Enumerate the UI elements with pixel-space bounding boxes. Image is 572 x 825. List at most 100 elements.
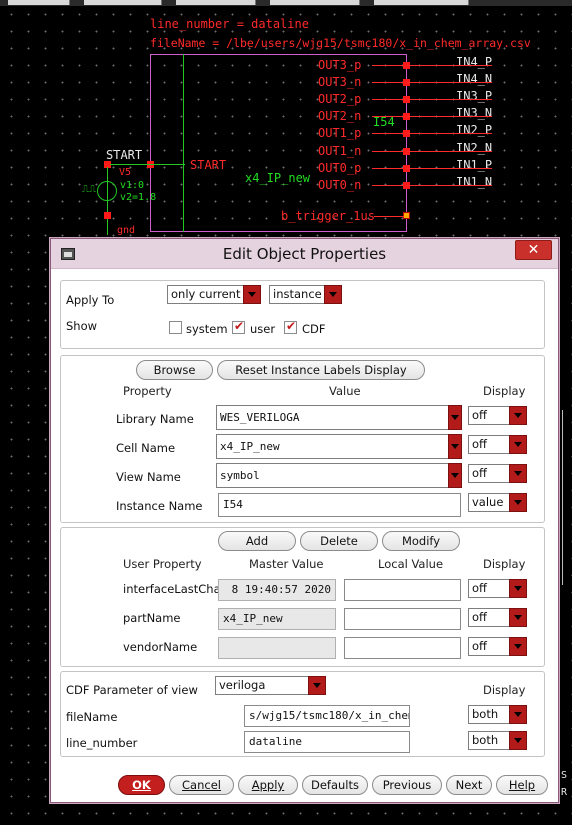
chevron-down-icon: [509, 731, 527, 750]
offscreen-text-s: S: [561, 770, 568, 781]
library-name-label: Library Name: [116, 412, 194, 426]
cdf-view-value: veriloga: [219, 678, 266, 692]
net-label: IN3_P: [456, 89, 493, 104]
output-stub: [372, 184, 403, 186]
instance-symbol-box[interactable]: [150, 54, 407, 232]
next-button-label: Next: [455, 778, 483, 792]
user-prop-label: interfaceLastCha..: [123, 582, 228, 596]
cell-name-select[interactable]: x4_IP_new: [216, 434, 462, 459]
filename-note: fileName = /lbe/users/wjg15/tsmc180/x_in…: [150, 36, 531, 50]
output-wire: [407, 116, 492, 118]
library-name-select[interactable]: WES_VERILOGA: [216, 405, 462, 430]
net-label: IN1_N: [456, 174, 493, 189]
browse-button[interactable]: Browse: [136, 360, 213, 380]
user-prop-local-input[interactable]: [344, 579, 461, 601]
chevron-down-icon: [448, 405, 462, 430]
instance-name-label: I54: [373, 115, 395, 129]
apply-button[interactable]: Apply: [238, 775, 298, 795]
net-label: IN2_N: [456, 140, 493, 155]
cdf-line-number-input[interactable]: dataline: [244, 731, 410, 753]
add-button[interactable]: Add: [218, 531, 296, 551]
previous-button-label: Previous: [382, 778, 432, 792]
show-user-checkbox[interactable]: [232, 319, 245, 334]
view-name-display-value: off: [472, 466, 487, 480]
previous-button[interactable]: Previous: [372, 775, 442, 795]
output-wire: [407, 82, 492, 84]
voltage-source-symbol[interactable]: [97, 181, 117, 201]
cell-name-display-select[interactable]: off: [468, 435, 527, 454]
user-prop-display-select[interactable]: off: [468, 637, 527, 656]
ok-button[interactable]: OK: [118, 775, 165, 795]
master-value-column-header: Master Value: [249, 557, 324, 571]
apply-to-type-select[interactable]: instance: [269, 285, 342, 304]
source-wire: [107, 167, 108, 235]
output-pin-label: OUT0_p: [318, 160, 362, 175]
output-wire: [407, 65, 492, 66]
view-name-select[interactable]: symbol: [216, 463, 462, 488]
edit-object-properties-dialog: Edit Object Properties ✕ Apply To only c…: [50, 238, 559, 803]
chevron-down-icon: [509, 608, 527, 627]
cdf-line-number-display-select[interactable]: both: [468, 731, 527, 750]
user-property-column-header: User Property: [123, 557, 202, 571]
cdf-parameters-group: CDF Parameter of view veriloga Display f…: [60, 671, 545, 757]
instance-name-display-select[interactable]: value: [468, 493, 527, 512]
chevron-down-icon: [308, 676, 326, 695]
ok-button-label: OK: [132, 778, 151, 792]
chevron-down-icon: [243, 285, 261, 304]
output-pin-label: OUT2_p: [318, 92, 362, 107]
user-prop-local-input[interactable]: [344, 608, 461, 630]
cell-name-display-value: off: [472, 437, 487, 451]
dialog-title: Edit Object Properties: [222, 245, 387, 263]
modify-button[interactable]: Modify: [382, 531, 460, 551]
chevron-down-icon: [509, 637, 527, 656]
cancel-button[interactable]: Cancel: [169, 775, 234, 795]
trigger-pin[interactable]: [403, 212, 410, 219]
defaults-button[interactable]: Defaults: [302, 775, 368, 795]
library-name-display-select[interactable]: off: [468, 406, 527, 425]
library-name-display-value: off: [472, 408, 487, 422]
cdf-filename-input[interactable]: s/wjg15/tsmc180/x_in_chem: [244, 705, 410, 727]
cell-name-label: Cell Name: [116, 441, 176, 455]
view-name-display-select[interactable]: off: [468, 464, 527, 483]
cdf-filename-display-select[interactable]: both: [468, 705, 527, 724]
value-column-header: Value: [329, 384, 361, 398]
user-prop-display-value: off: [472, 610, 487, 624]
output-pin-label: OUT1_p: [318, 126, 362, 141]
cdf-filename-display-value: both: [472, 707, 499, 721]
instance-name-display-value: value: [472, 495, 504, 509]
user-prop-master-value: 8 19:40:57 2020: [218, 579, 336, 601]
show-cdf-label: CDF: [302, 322, 326, 336]
apply-to-type-value: instance: [273, 287, 322, 301]
show-system-checkbox[interactable]: [169, 321, 182, 334]
chevron-down-icon: [448, 463, 462, 488]
show-user-label: user: [250, 322, 276, 336]
cdf-view-select[interactable]: veriloga: [215, 676, 326, 695]
user-prop-local-input[interactable]: [344, 637, 461, 659]
pulse-icon: ⎍⎍: [82, 184, 96, 195]
gnd-label: gnd: [117, 225, 136, 236]
line-number-note: line_number = dataline: [150, 17, 309, 31]
user-prop-display-value: off: [472, 581, 487, 595]
next-button[interactable]: Next: [446, 775, 492, 795]
chevron-down-icon: [509, 435, 527, 454]
delete-button[interactable]: Delete: [300, 531, 378, 551]
dialog-titlebar[interactable]: Edit Object Properties ✕: [51, 239, 558, 269]
defaults-button-label: Defaults: [310, 778, 359, 792]
close-button[interactable]: ✕: [515, 240, 552, 260]
reset-instance-labels-button[interactable]: Reset Instance Labels Display: [217, 360, 425, 380]
start-net-label: START: [106, 148, 143, 162]
apply-to-scope-value: only current: [171, 287, 241, 301]
chevron-down-icon: [509, 705, 527, 724]
instance-cell-label: x4_IP_new: [245, 171, 311, 185]
user-prop-display-select[interactable]: off: [468, 608, 527, 627]
output-pin-label: OUT1_n: [318, 143, 362, 158]
show-cdf-checkbox[interactable]: [284, 319, 297, 334]
instance-name-input[interactable]: I54: [218, 493, 461, 517]
apply-to-scope-select[interactable]: only current: [167, 285, 261, 304]
help-button[interactable]: Help: [496, 775, 548, 795]
output-stub: [372, 150, 403, 152]
user-prop-display-select[interactable]: off: [468, 579, 527, 598]
symbol-inner-line: [183, 54, 184, 232]
library-name-value: WES_VERILOGA: [220, 411, 300, 424]
gnd-pin[interactable]: [104, 212, 111, 219]
